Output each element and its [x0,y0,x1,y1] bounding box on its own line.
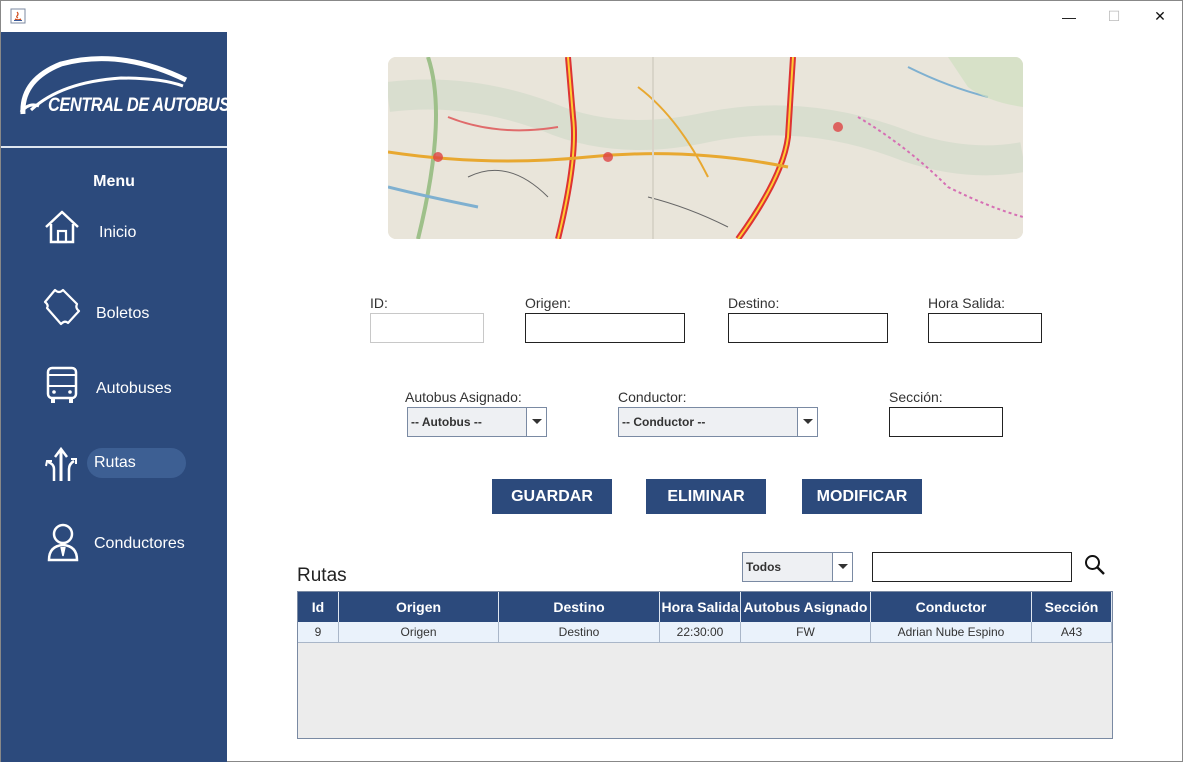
origen-field[interactable] [525,313,685,343]
filter-select-value: Todos [746,560,782,574]
sidebar-item-label: Autobuses [96,380,172,397]
conductor-label: Conductor: [618,389,687,405]
sidebar-item-label: Boletos [96,305,150,322]
maximize-button[interactable]: ☐ [1091,1,1137,32]
id-label: ID: [370,295,388,311]
destino-field[interactable] [728,313,888,343]
autobus-asignado-label: Autobus Asignado: [405,389,522,405]
routes-icon [45,446,77,481]
ticket-icon [43,288,81,326]
table-cell: FW [741,622,871,643]
sidebar-item-autobuses[interactable]: Autobuses [41,365,201,405]
column-header-conductor[interactable]: Conductor [871,592,1032,622]
table-cell: 9 [298,622,339,643]
guardar-button[interactable]: GUARDAR [492,479,612,514]
logo: CENTRAL DE AUTOBUSES [1,32,251,147]
destino-label: Destino: [728,295,780,311]
driver-icon [47,523,79,562]
column-header-seccion[interactable]: Sección [1032,592,1112,622]
sidebar-item-label: Rutas [94,454,136,471]
filter-select[interactable]: Todos [742,552,853,582]
logo-text: CENTRAL DE AUTOBUSES [48,95,251,116]
sidebar-item-rutas[interactable]: Rutas [41,446,201,488]
search-input[interactable] [872,552,1072,582]
table-header: Id Origen Destino Hora Salida Autobus As… [298,592,1112,622]
column-header-origen[interactable]: Origen [339,592,499,622]
seccion-field[interactable] [889,407,1003,437]
chevron-down-icon[interactable] [832,553,852,581]
id-field[interactable] [370,313,484,343]
chevron-down-icon[interactable] [526,408,546,436]
sidebar-divider [1,146,227,148]
sidebar-item-label: Conductores [94,535,185,552]
table-cell: 22:30:00 [660,622,741,643]
bus-icon [46,366,78,403]
minimize-button[interactable]: — [1046,1,1092,32]
sidebar-item-boletos[interactable]: Boletos [41,288,201,328]
app-window: — ☐ ✕ CENTRAL DE AUTOBUSES Menu Inicio B… [0,0,1183,762]
conductor-select[interactable]: -- Conductor -- [618,407,818,437]
menu-title: Menu [93,173,135,190]
seccion-label: Sección: [889,389,943,405]
autobus-select-value: -- Autobus -- [411,415,482,429]
column-header-id[interactable]: Id [298,592,339,622]
autobus-select[interactable]: -- Autobus -- [407,407,547,437]
conductor-select-value: -- Conductor -- [622,415,706,429]
chevron-down-icon[interactable] [797,408,817,436]
table-cell: Destino [499,622,660,643]
home-icon [45,210,79,244]
eliminar-button[interactable]: ELIMINAR [646,479,766,514]
rutas-section-title: Rutas [297,565,347,586]
hora-salida-label: Hora Salida: [928,295,1006,311]
sidebar-item-inicio[interactable]: Inicio [41,208,201,248]
column-header-hora-salida[interactable]: Hora Salida [660,592,741,622]
table-cell: A43 [1032,622,1112,643]
table-cell: Adrian Nube Espino [871,622,1032,643]
column-header-destino[interactable]: Destino [499,592,660,622]
search-icon[interactable] [1083,553,1107,577]
close-button[interactable]: ✕ [1137,1,1183,32]
origen-label: Origen: [525,295,571,311]
column-header-autobus-asignado[interactable]: Autobus Asignado [741,592,871,622]
rutas-table: Id Origen Destino Hora Salida Autobus As… [297,591,1113,739]
table-row[interactable]: 9 Origen Destino 22:30:00 FW Adrian Nube… [298,622,1112,643]
sidebar-item-label: Inicio [99,224,137,241]
title-bar: — ☐ ✕ [1,1,1182,32]
java-app-icon [10,8,26,24]
table-cell: Origen [339,622,499,643]
bus-road-logo-icon [19,56,188,115]
modificar-button[interactable]: MODIFICAR [802,479,922,514]
sidebar: CENTRAL DE AUTOBUSES Menu Inicio Boletos [1,32,251,762]
sidebar-item-conductores[interactable]: Conductores [41,520,201,562]
map-banner-image [388,57,1023,239]
hora-salida-field[interactable] [928,313,1042,343]
